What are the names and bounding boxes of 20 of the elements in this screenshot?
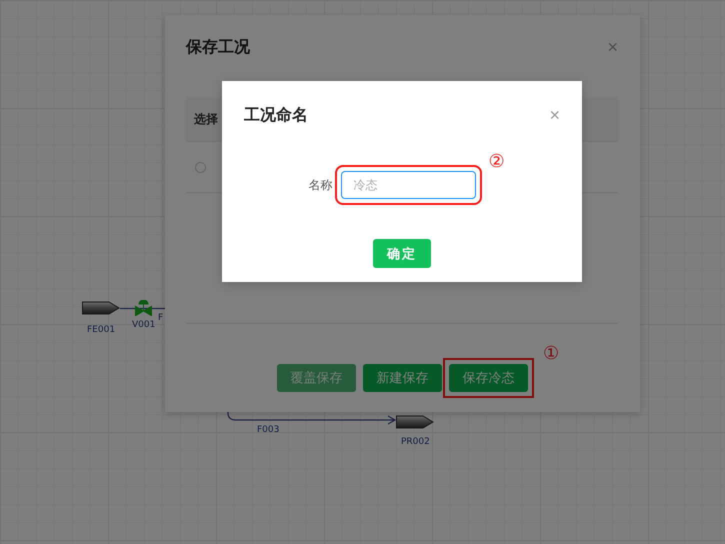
valve-icon	[135, 300, 152, 316]
close-button[interactable]: ×	[607, 38, 618, 56]
name-input-field[interactable]: 冷态	[340, 171, 476, 199]
node-label: FE001	[87, 325, 116, 335]
dialog-title: 工况命名	[244, 104, 308, 126]
column-header: 选择	[194, 110, 218, 128]
node-label: V001	[132, 320, 156, 330]
dialog-title: 保存工况	[186, 36, 250, 58]
save-button[interactable]: 新建保存	[363, 364, 442, 392]
stream-label: F003	[257, 425, 280, 435]
stream-label: F	[158, 313, 164, 323]
callout-number: ②	[488, 153, 505, 171]
radio-button[interactable]	[195, 162, 206, 172]
confirm-button[interactable]: 确定	[373, 239, 431, 268]
node-label: PR002	[401, 437, 430, 447]
close-button[interactable]: ×	[549, 106, 560, 124]
field-label: 名称	[308, 176, 332, 194]
callout-number: ①	[543, 345, 560, 363]
pipe-line	[120, 307, 165, 310]
save-button[interactable]: 保存冷态	[449, 364, 528, 392]
